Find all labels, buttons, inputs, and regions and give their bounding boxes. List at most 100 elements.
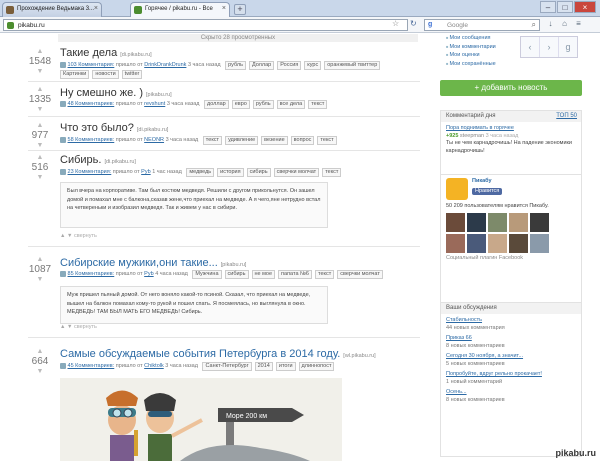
post-title-text[interactable]: Сибирь. xyxy=(60,154,101,166)
avatar[interactable] xyxy=(530,212,549,232)
avatar[interactable] xyxy=(488,233,507,253)
tag[interactable]: текст xyxy=(317,136,337,145)
reload-icon[interactable]: ↻ xyxy=(410,19,417,28)
comments-count-badge[interactable] xyxy=(60,363,66,369)
discussion-link[interactable]: Осень... xyxy=(446,389,467,395)
comments-count-badge[interactable] xyxy=(60,271,66,277)
post-title[interactable]: Такие дела [di.pikabu.ru] xyxy=(60,47,152,59)
tag[interactable]: история xyxy=(217,168,244,177)
post-title-text[interactable]: Сибирские мужики,они такие... xyxy=(60,257,218,269)
tag[interactable]: итоги xyxy=(275,362,296,371)
google-plus-icon[interactable]: g xyxy=(559,37,577,57)
close-window-button[interactable]: × xyxy=(574,1,596,13)
search-input[interactable]: g Google ⌕ xyxy=(424,19,540,31)
comments-count-badge[interactable] xyxy=(60,62,66,68)
author-link[interactable]: Pyb xyxy=(144,271,153,277)
tag[interactable]: рубль xyxy=(252,100,274,109)
discussion-link[interactable]: Сегодня 30 ноября, а значит... xyxy=(446,353,523,359)
avatar[interactable] xyxy=(530,233,549,253)
avatar[interactable] xyxy=(446,233,465,253)
menu-link-messages[interactable]: Мои сообщения xyxy=(446,34,496,43)
comments-link[interactable]: 48 Комментариев: xyxy=(68,101,115,107)
tab-pikabu[interactable]: Горячее / pikabu.ru - Все × xyxy=(130,2,230,17)
downvote-icon[interactable]: ▼ xyxy=(28,174,52,181)
discussion-link[interactable]: Попробуйте, вдруг рельно прокачает! xyxy=(446,371,542,377)
tag[interactable]: сверчки молчат xyxy=(337,270,383,279)
post-title-text[interactable]: Ну смешно же. ) xyxy=(60,87,143,99)
comment-day-link[interactable]: Пора поднимать в горячее xyxy=(446,125,514,131)
tag[interactable]: оранжевый твиттер xyxy=(324,61,381,70)
fb-like-button[interactable]: Нравится xyxy=(472,187,503,195)
comments-count-badge[interactable] xyxy=(60,101,66,107)
hidden-viewed-strip[interactable]: Скрыто 28 просмотренных xyxy=(58,34,418,42)
menu-icon[interactable]: ≡ xyxy=(574,19,583,28)
maximize-button[interactable]: □ xyxy=(557,1,573,13)
comments-link[interactable]: 23 Комментария: xyxy=(68,169,112,175)
downvote-icon[interactable]: ▼ xyxy=(28,276,52,283)
tab-close-icon[interactable]: × xyxy=(94,5,98,12)
post-title[interactable]: Сибирь. [di.pikabu.ru] xyxy=(60,154,136,166)
tag[interactable]: вопрос xyxy=(290,136,315,145)
tag[interactable]: Санкт-Петербург xyxy=(202,362,252,371)
top50-link[interactable]: ТОП 50 xyxy=(556,113,577,119)
author-link[interactable]: revshunt xyxy=(144,101,165,107)
tag[interactable]: Картинки xyxy=(60,70,90,79)
post-title[interactable]: Сибирские мужики,они такие... [pikabu.ru] xyxy=(60,257,246,269)
comments-count-badge[interactable] xyxy=(60,169,66,175)
tag[interactable]: курс xyxy=(304,61,322,70)
avatar[interactable] xyxy=(488,212,507,232)
downvote-icon[interactable]: ▼ xyxy=(28,106,52,113)
post-title-text[interactable]: Такие дела xyxy=(60,47,117,59)
downvote-icon[interactable]: ▼ xyxy=(28,142,52,149)
menu-link-comments[interactable]: Мои комментарии xyxy=(446,43,496,52)
tag[interactable]: евро xyxy=(231,100,250,109)
tag[interactable]: рубль xyxy=(225,61,246,70)
home-icon[interactable]: ⌂ xyxy=(560,19,569,28)
avatar[interactable] xyxy=(509,233,528,253)
tag[interactable]: текст xyxy=(322,168,342,177)
post-title[interactable]: Что это было? [di.pikabu.ru] xyxy=(60,122,168,134)
upvote-icon[interactable]: ▲ xyxy=(28,122,52,129)
tag[interactable]: сверчки молчат xyxy=(273,168,320,177)
tag[interactable]: 2014 xyxy=(254,362,273,371)
collapse-link[interactable]: ▲ ▼ свернуть xyxy=(60,324,97,330)
tag[interactable]: текст xyxy=(202,136,223,145)
menu-link-saved[interactable]: Мои сохранённые xyxy=(446,60,496,69)
tag[interactable]: текст xyxy=(315,270,335,279)
search-icon[interactable]: ⌕ xyxy=(532,20,536,30)
tag[interactable]: длиннопост xyxy=(298,362,335,371)
tab-walkthrough[interactable]: Прохождение Ведьмака 3... × xyxy=(2,2,102,17)
address-bar[interactable]: pikabu.ru xyxy=(3,19,408,31)
upvote-icon[interactable]: ▲ xyxy=(28,348,52,355)
comments-link[interactable]: 85 Комментариев: xyxy=(68,271,115,277)
tag[interactable]: доллар xyxy=(204,100,229,109)
fb-page-name[interactable]: Пикабу xyxy=(472,178,502,186)
next-arrow-icon[interactable]: › xyxy=(540,37,559,57)
tag[interactable]: медведь xyxy=(186,168,215,177)
tag[interactable]: Доллар xyxy=(248,61,275,70)
discussion-link[interactable]: Приказ 66 xyxy=(446,335,472,341)
upvote-icon[interactable]: ▲ xyxy=(28,86,52,93)
post-image[interactable]: Море 200 км xyxy=(60,378,342,461)
comment-user[interactable]: steepman xyxy=(460,133,484,139)
avatar[interactable] xyxy=(467,212,486,232)
avatar[interactable] xyxy=(467,233,486,253)
upvote-icon[interactable]: ▲ xyxy=(28,154,52,161)
collapse-label[interactable]: свернуть xyxy=(74,324,97,330)
post-title-text[interactable]: Самые обсуждаемые события Петербурга в 2… xyxy=(60,348,340,360)
downvote-icon[interactable]: ▼ xyxy=(28,68,52,75)
tag[interactable]: везение xyxy=(261,136,288,145)
post-title[interactable]: Ну смешно же. ) [pikabu.ru] xyxy=(60,87,172,99)
collapse-label[interactable]: свернуть xyxy=(74,233,97,239)
downvote-icon[interactable]: ▼ xyxy=(28,368,52,375)
author-link[interactable]: Pyb xyxy=(141,169,150,175)
tag[interactable]: все дела xyxy=(276,100,306,109)
avatar[interactable] xyxy=(509,212,528,232)
tag[interactable]: сибирь xyxy=(224,270,249,279)
comments-link[interactable]: 103 Комментария: xyxy=(68,62,115,68)
bookmark-star-icon[interactable]: ☆ xyxy=(392,19,399,28)
tag[interactable]: Мужчина xyxy=(192,270,222,279)
post-title-text[interactable]: Что это было? xyxy=(60,122,134,134)
comments-count-badge[interactable] xyxy=(60,137,66,143)
download-icon[interactable]: ↓ xyxy=(546,19,555,28)
